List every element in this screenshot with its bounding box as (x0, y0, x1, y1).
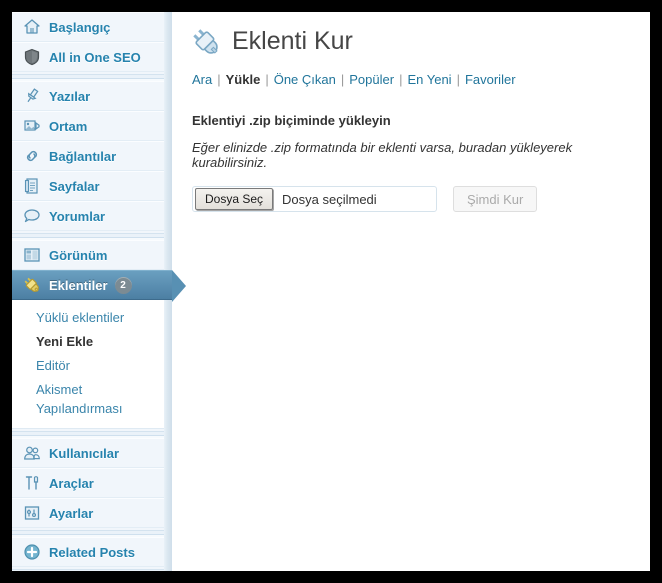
submenu-item-akismet-config[interactable]: Akismet Yapılandırması (12, 378, 172, 420)
page-header: Eklenti Kur (190, 26, 634, 58)
file-input-control[interactable]: Dosya Seç Dosya seçilmedi (192, 186, 437, 212)
plugin-install-tabs: Ara | Yükle | Öne Çıkan | Popüler | En Yeni | Favo… (192, 72, 634, 87)
sidebar-item-comments[interactable]: Yorumlar (12, 201, 172, 231)
sidebar-inner: Başlangıç All in One SEO Yazılar Ortam B… (12, 12, 186, 571)
sidebar-item-label: Sayfalar (49, 178, 100, 194)
sidebar-item-label: Yorumlar (49, 208, 106, 224)
install-now-button[interactable]: Şimdi Kur (453, 186, 538, 212)
active-menu-arrow (172, 270, 186, 302)
tab-separator: | (456, 72, 460, 87)
menu-group: Related Posts (12, 537, 172, 567)
tab-separator: | (340, 72, 345, 87)
menu-separator (12, 72, 172, 81)
sidebar-item-label: Ortam (49, 118, 88, 134)
tab-4[interactable]: En Yeni (407, 72, 451, 87)
sidebar-item-related-posts[interactable]: Related Posts (12, 537, 172, 567)
sidebar-item-appearance[interactable]: Görünüm (12, 240, 172, 270)
file-status-text: Dosya seçilmedi (282, 191, 377, 207)
sidebar-item-label: Görünüm (49, 247, 108, 263)
tab-1[interactable]: Yükle (226, 72, 261, 87)
tab-0[interactable]: Ara (192, 72, 212, 87)
menu-group: Yazılar Ortam Bağlantılar Sayfalar Yorum… (12, 81, 172, 231)
plugins-submenu: Yüklü eklentiler Yeni Ekle Editör Akismet Y… (12, 300, 172, 429)
tools-icon (22, 473, 42, 493)
upload-heading: Eklentiyi .zip biçiminde yükleyin (192, 113, 391, 128)
appearance-icon (22, 245, 42, 265)
choose-file-button[interactable]: Dosya Seç (195, 188, 274, 210)
menu-group: Görünüm Eklentiler 2 Yüklü eklentiler Yen… (12, 240, 186, 429)
users-icon (22, 443, 42, 463)
sidebar-item-label: Başlangıç (49, 19, 111, 35)
tab-separator: | (265, 72, 269, 87)
tab-separator: | (217, 72, 221, 87)
sidebar-item-all-in-one-seo[interactable]: All in One SEO (12, 42, 172, 72)
comment-icon (22, 206, 42, 226)
tab-3[interactable]: Popüler (349, 72, 394, 87)
sidebar-item-label: Yazılar (49, 88, 91, 104)
submenu-item-installed-plugins[interactable]: Yüklü eklentiler (12, 306, 172, 330)
sidebar-item-label: Ayarlar (49, 505, 94, 521)
page-title: Eklenti Kur (232, 27, 353, 56)
plus-circle-icon (22, 542, 42, 562)
sidebar-item-media[interactable]: Ortam (12, 111, 172, 141)
menu-separator (12, 231, 172, 240)
upload-description: Eğer elinizde .zip formatında bir eklent… (192, 140, 573, 170)
menu-separator (12, 528, 172, 537)
admin-sidebar-menu: Başlangıç All in One SEO Yazılar Ortam B… (12, 12, 186, 571)
sidebar-item-tools[interactable]: Araçlar (12, 468, 172, 498)
sidebar-item-label: All in One SEO (49, 49, 141, 65)
main-content: Eklenti Kur Ara | Yükle | Öne Çıkan | Popüler |… (172, 12, 650, 571)
tab-5[interactable]: Favoriler (465, 72, 516, 87)
plugin-icon (22, 275, 42, 295)
menu-separator (12, 429, 172, 438)
tab-2[interactable]: Öne Çıkan (274, 72, 336, 87)
submenu-item-add-new[interactable]: Yeni Ekle (12, 330, 172, 354)
menu-group: Başlangıç All in One SEO (12, 12, 172, 72)
sidebar-item-pages[interactable]: Sayfalar (12, 171, 172, 201)
update-count-badge: 2 (114, 276, 132, 294)
sidebar-item-links[interactable]: Bağlantılar (12, 141, 172, 171)
upload-form-row: Dosya Seç Dosya seçilmedi Şimdi Kur (192, 186, 634, 212)
sidebar-item-label: Araçlar (49, 475, 94, 491)
wordpress-admin-page: Başlangıç All in One SEO Yazılar Ortam B… (12, 12, 650, 571)
sidebar-item-users[interactable]: Kullanıcılar (12, 438, 172, 468)
submenu-item-editor[interactable]: Editör (12, 354, 172, 378)
sidebar-item-plugins[interactable]: Eklentiler 2 (12, 270, 186, 302)
menu-group: Kullanıcılar Araçlar Ayarlar (12, 438, 172, 528)
settings-icon (22, 503, 42, 523)
pages-icon (22, 176, 42, 196)
sidebar-item-dashboard[interactable]: Başlangıç (12, 12, 172, 42)
menu-separator (12, 567, 172, 571)
plugin-icon (190, 26, 222, 58)
pin-icon (22, 86, 42, 106)
shield-icon (22, 47, 42, 67)
media-icon (22, 116, 42, 136)
sidebar-item-posts[interactable]: Yazılar (12, 81, 172, 111)
sidebar-item-label: Eklentiler (49, 277, 108, 293)
sidebar-item-label: Kullanıcılar (49, 445, 120, 461)
link-icon (22, 146, 42, 166)
sidebar-item-settings[interactable]: Ayarlar (12, 498, 172, 528)
home-icon (22, 17, 42, 37)
tab-separator: | (399, 72, 403, 87)
sidebar-item-label: Bağlantılar (49, 148, 117, 164)
screenshot-root: Başlangıç All in One SEO Yazılar Ortam B… (0, 0, 662, 583)
sidebar-item-label: Related Posts (49, 544, 135, 560)
